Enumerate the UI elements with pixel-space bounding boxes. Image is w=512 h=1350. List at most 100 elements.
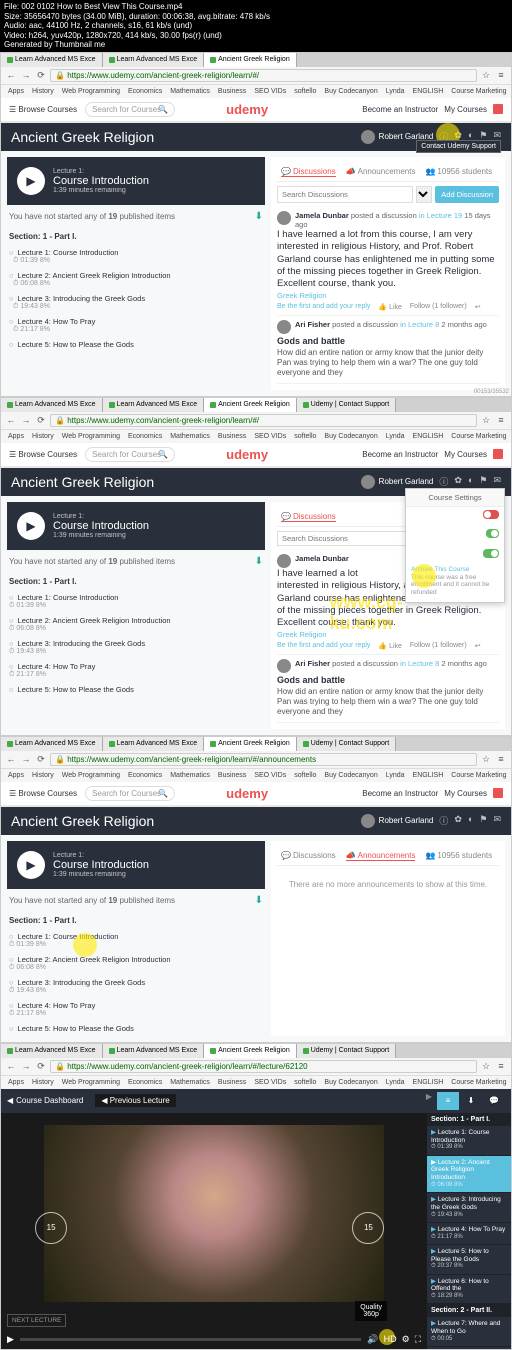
section-header[interactable]: Section: 1 - Part I. (7, 228, 265, 245)
bookmark[interactable]: Business (215, 87, 249, 96)
reload-icon[interactable]: ⟳ (35, 414, 47, 426)
list-icon[interactable]: ≡ (437, 1092, 459, 1110)
url-bar[interactable]: 🔒 https://www.udemy.com/ancient-greek-re… (50, 69, 477, 82)
forward-icon[interactable]: → (20, 69, 32, 81)
browser-tab[interactable]: Learn Advanced MS Exce (103, 53, 205, 67)
tab-students[interactable]: 👥 10956 students (425, 851, 492, 861)
gift-icon[interactable]: ✉ (493, 475, 501, 488)
sidebar-section[interactable]: Section: 1 - Part I. (427, 1113, 511, 1126)
chat-icon[interactable]: 💬 (483, 1092, 505, 1110)
gear-icon[interactable]: ✿ (454, 475, 462, 488)
bookmark[interactable]: Web Programming (59, 87, 123, 96)
bookmark[interactable]: ENGLISH (410, 87, 447, 96)
current-lecture-card[interactable]: ▶ Lecture 1: Course Introduction 1:39 mi… (7, 157, 265, 205)
bookmark[interactable]: Mathematics (167, 87, 213, 96)
sort-select[interactable] (416, 186, 432, 203)
lecture-item[interactable]: ○Lecture 4: How To Pray ⏱ 21:17 8% (7, 314, 265, 337)
bookmark[interactable]: Apps (5, 87, 27, 96)
reload-icon[interactable]: ⟳ (35, 69, 47, 81)
tab-announcements[interactable]: 📣 Announcements (346, 851, 416, 861)
previous-lecture-button[interactable]: ◀ Previous Lecture (95, 1094, 175, 1107)
play-icon[interactable]: ▶ (17, 167, 45, 195)
bookmark[interactable]: Course Marketing (448, 87, 509, 96)
search-input[interactable]: Search for Courses🔍 (85, 102, 175, 117)
tab-announcements[interactable]: 📣 Announcements (346, 167, 416, 177)
lecture-item[interactable]: ○Lecture 2: Ancient Greek Religion Intro… (7, 613, 265, 636)
sidebar-lecture[interactable]: ▶ Lecture 2: Ancient Greek Religion Intr… (427, 1156, 511, 1194)
fullscreen-icon[interactable]: ⛶ (415, 1334, 421, 1345)
course-dashboard-link[interactable]: ◀ Course Dashboard (7, 1096, 83, 1105)
quality-menu[interactable]: Quality360p (355, 1301, 387, 1321)
bookmark[interactable]: Economics (125, 87, 165, 96)
back-icon[interactable]: ← (5, 753, 17, 765)
tab-discussions[interactable]: 💬 Discussions (281, 851, 336, 861)
lecture-item[interactable]: ○Lecture 4: How To Pray⏱ 21:17 8% (7, 659, 265, 682)
lecture-item[interactable]: ○Lecture 2: Ancient Greek Religion Intro… (7, 268, 265, 291)
discussion-post[interactable]: Ari Fisher posted a discussion in Lectur… (277, 316, 499, 384)
flag-icon[interactable]: ⚑ (479, 475, 487, 488)
video-player[interactable]: 15 15 Quality360p NEXT LECTURE ▶ 🔊 HD ⚙ … (1, 1113, 427, 1349)
forward-icon[interactable]: → (20, 753, 32, 765)
like-button[interactable]: 👍 Like (378, 303, 402, 311)
lecture-item[interactable]: ○Lecture 1: Course Introduction ⏱ 01:39 … (7, 245, 265, 268)
lecture-item[interactable]: ○Lecture 5: How to Please the Gods (7, 337, 265, 352)
follow-button[interactable]: Follow (1 follower) (410, 303, 467, 310)
search-input[interactable]: Search for Courses🔍 (85, 786, 175, 801)
download-icon[interactable]: ⬇ (255, 556, 263, 567)
lecture-item[interactable]: ○Lecture 3: Introducing the Greek Gods⏱ … (7, 636, 265, 659)
archive-link[interactable]: Archive This Course (411, 566, 469, 573)
discussion-post[interactable]: Jamela Dunbar posted a discussion in Lec… (277, 207, 499, 316)
sidebar-lecture[interactable]: ▶ Lecture 6: How to Offend the⏱ 18:29 8% (427, 1275, 511, 1305)
browser-tab[interactable]: Learn Advanced MS Exce (103, 398, 205, 412)
reply-icon[interactable]: ↩ (475, 303, 481, 311)
toggle-announcement-emails[interactable] (486, 529, 499, 538)
bookmark[interactable]: History (29, 87, 57, 96)
nav-next-icon[interactable]: ▶ (426, 1092, 432, 1110)
sidebar-lecture[interactable]: ▶ Lecture 1: Course Introduction⏱ 01:39 … (427, 1126, 511, 1156)
lecture-item[interactable]: ○Lecture 5: How to Please the Gods (7, 682, 265, 697)
discussion-search[interactable] (277, 186, 413, 203)
tab-discussions[interactable]: 💬 Discussions (281, 512, 336, 522)
add-discussion-button[interactable]: Add Discussion (435, 186, 499, 203)
browse-courses[interactable]: ☰ Browse Courses (9, 105, 77, 114)
bookmark[interactable]: Buy Codecanyon (321, 87, 380, 96)
bookmark[interactable]: softello (291, 87, 319, 96)
download-icon[interactable]: ⬇ (460, 1092, 482, 1110)
tab-students[interactable]: 👥 10956 students (425, 167, 492, 177)
my-courses-link[interactable]: My Courses (444, 105, 487, 114)
instructor-avatar[interactable] (361, 130, 375, 144)
browser-tab[interactable]: Ancient Greek Religion (204, 53, 297, 67)
browser-tab[interactable]: Learn Advanced MS Exce (1, 53, 103, 67)
url-bar[interactable]: 🔒 https://www.udemy.com/ancient-greek-re… (50, 1060, 477, 1073)
bookmark[interactable]: Lynda (383, 87, 408, 96)
star-icon[interactable]: ☆ (480, 414, 492, 426)
skip-back-icon[interactable]: 15 (35, 1212, 67, 1244)
info-icon[interactable]: ⓘ (439, 475, 448, 488)
url-bar[interactable]: 🔒 https://www.udemy.com/ancient-greek-re… (50, 753, 477, 766)
sidebar-lecture[interactable]: ▶ Lecture 4: How To Pray⏱ 21:17 8% (427, 1223, 511, 1245)
play-icon[interactable]: ▶ (17, 512, 45, 540)
sidebar-section[interactable]: Section: 2 - Part II. (427, 1304, 511, 1317)
reload-icon[interactable]: ⟳ (35, 753, 47, 765)
cart-icon[interactable] (493, 104, 503, 114)
toggle-lecture-emails[interactable] (483, 510, 499, 519)
toggle-promo-emails[interactable] (483, 549, 499, 558)
become-instructor-link[interactable]: Become an Instructor (362, 105, 438, 114)
section-header[interactable]: Section: 1 - Part I. (7, 573, 265, 590)
back-icon[interactable]: ← (5, 69, 17, 81)
browser-tab[interactable]: Ancient Greek Religion (204, 398, 297, 412)
become-instructor-link[interactable]: Become an Instructor (362, 450, 438, 459)
menu-icon[interactable]: ≡ (495, 414, 507, 426)
settings-icon[interactable]: ⚙ (402, 1334, 410, 1345)
url-bar[interactable]: 🔒 https://www.udemy.com/ancient-greek-re… (50, 414, 477, 427)
back-icon[interactable]: ← (5, 414, 17, 426)
instructor-avatar[interactable] (361, 475, 375, 489)
sidebar-lecture[interactable]: ▶ Lecture 3: Introducing the Greek Gods⏱… (427, 1193, 511, 1223)
play-button[interactable]: ▶ (7, 1334, 14, 1345)
current-lecture-card[interactable]: ▶ Lecture 1:Course Introduction1:39 minu… (7, 502, 265, 550)
next-lecture-button[interactable]: NEXT LECTURE (7, 1314, 66, 1327)
lecture-item[interactable]: ○Lecture 1: Course Introduction⏱ 01:39 8… (7, 590, 265, 613)
browse-courses[interactable]: ☰ Browse Courses (9, 450, 77, 459)
sidebar-lecture[interactable]: ▶ Lecture 5: How to Please the Gods⏱ 20:… (427, 1245, 511, 1275)
volume-icon[interactable]: 🔊 (367, 1334, 378, 1345)
